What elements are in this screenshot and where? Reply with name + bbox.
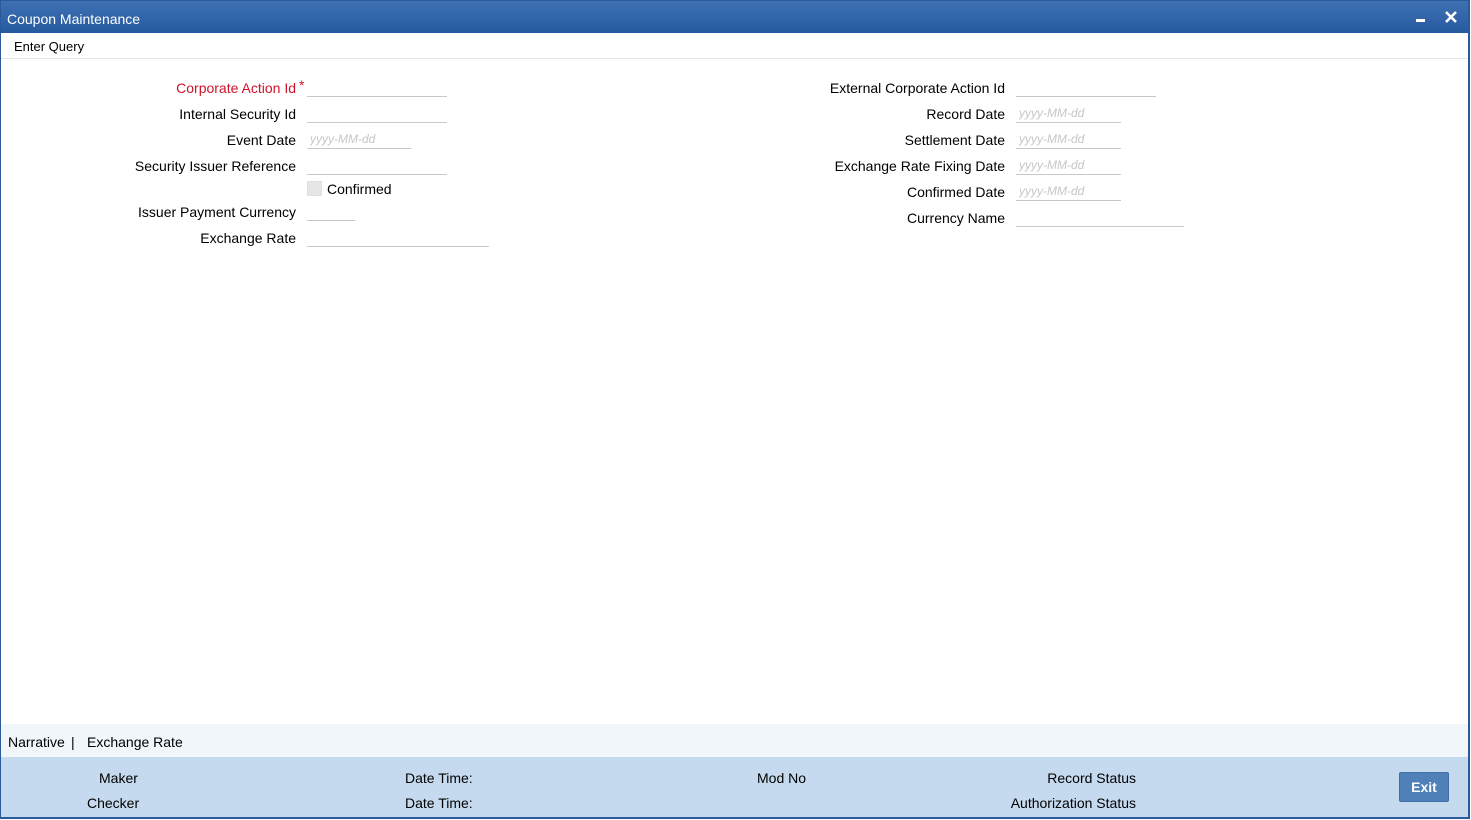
title-bar: Coupon Maintenance <box>1 1 1468 33</box>
currency-name-label: Currency Name <box>906 210 1005 226</box>
maker-date-time-label: Date Time: <box>405 770 473 786</box>
confirmed-date-input[interactable] <box>1016 181 1121 201</box>
checker-date-time-label: Date Time: <box>405 795 473 811</box>
security-issuer-reference-input[interactable] <box>307 155 447 175</box>
tab-narrative[interactable]: Narrative <box>8 734 65 750</box>
currency-name-input[interactable] <box>1016 207 1184 227</box>
confirmed-label: Confirmed <box>327 181 392 197</box>
tab-separator: | <box>71 734 75 750</box>
exchange-rate-input[interactable] <box>307 227 489 247</box>
mod-no-label: Mod No <box>757 770 807 786</box>
issuer-payment-currency-input[interactable] <box>307 201 355 221</box>
external-corporate-action-id-input[interactable] <box>1016 77 1156 97</box>
confirmed-checkbox[interactable] <box>307 181 322 196</box>
exchange-rate-fixing-date-label: Exchange Rate Fixing Date <box>834 158 1005 174</box>
record-date-label: Record Date <box>926 106 1005 122</box>
external-corporate-action-id-label: External Corporate Action Id <box>829 80 1005 96</box>
required-marker: * <box>299 77 305 93</box>
exchange-rate-label: Exchange Rate <box>200 230 296 246</box>
internal-security-id-input[interactable] <box>307 103 447 123</box>
record-status-label: Record Status <box>1047 770 1136 786</box>
close-icon[interactable] <box>1442 8 1460 26</box>
confirmed-date-label: Confirmed Date <box>906 184 1005 200</box>
window-title: Coupon Maintenance <box>7 11 141 27</box>
authorization-status-label: Authorization Status <box>1010 795 1136 811</box>
internal-security-id-label: Internal Security Id <box>179 106 296 122</box>
exit-button[interactable]: Exit <box>1399 772 1449 802</box>
maker-label: Maker <box>99 770 138 786</box>
exchange-rate-fixing-date-input[interactable] <box>1016 155 1121 175</box>
event-date-input[interactable] <box>307 129 411 149</box>
security-issuer-reference-label: Security Issuer Reference <box>134 158 296 174</box>
minimize-icon[interactable] <box>1412 8 1430 26</box>
issuer-payment-currency-label: Issuer Payment Currency <box>138 204 296 220</box>
event-date-label: Event Date <box>226 132 296 148</box>
settlement-date-input[interactable] <box>1016 129 1121 149</box>
subtab-bar: Narrative | Exchange Rate <box>1 724 1468 757</box>
enter-query-button[interactable]: Enter Query <box>14 39 84 54</box>
checker-label: Checker <box>87 795 140 811</box>
settlement-date-label: Settlement Date <box>904 132 1005 148</box>
record-date-input[interactable] <box>1016 103 1121 123</box>
corporate-action-id-input[interactable] <box>307 77 447 97</box>
audit-footer: Maker Checker Date Time: Date Time: Mod … <box>1 757 1468 817</box>
toolbar: Enter Query <box>1 33 1468 59</box>
coupon-maintenance-window: Coupon Maintenance Enter Query Corporate… <box>0 0 1470 819</box>
tab-exchange-rate[interactable]: Exchange Rate <box>87 734 183 750</box>
corporate-action-id-label: Corporate Action Id <box>176 80 296 96</box>
